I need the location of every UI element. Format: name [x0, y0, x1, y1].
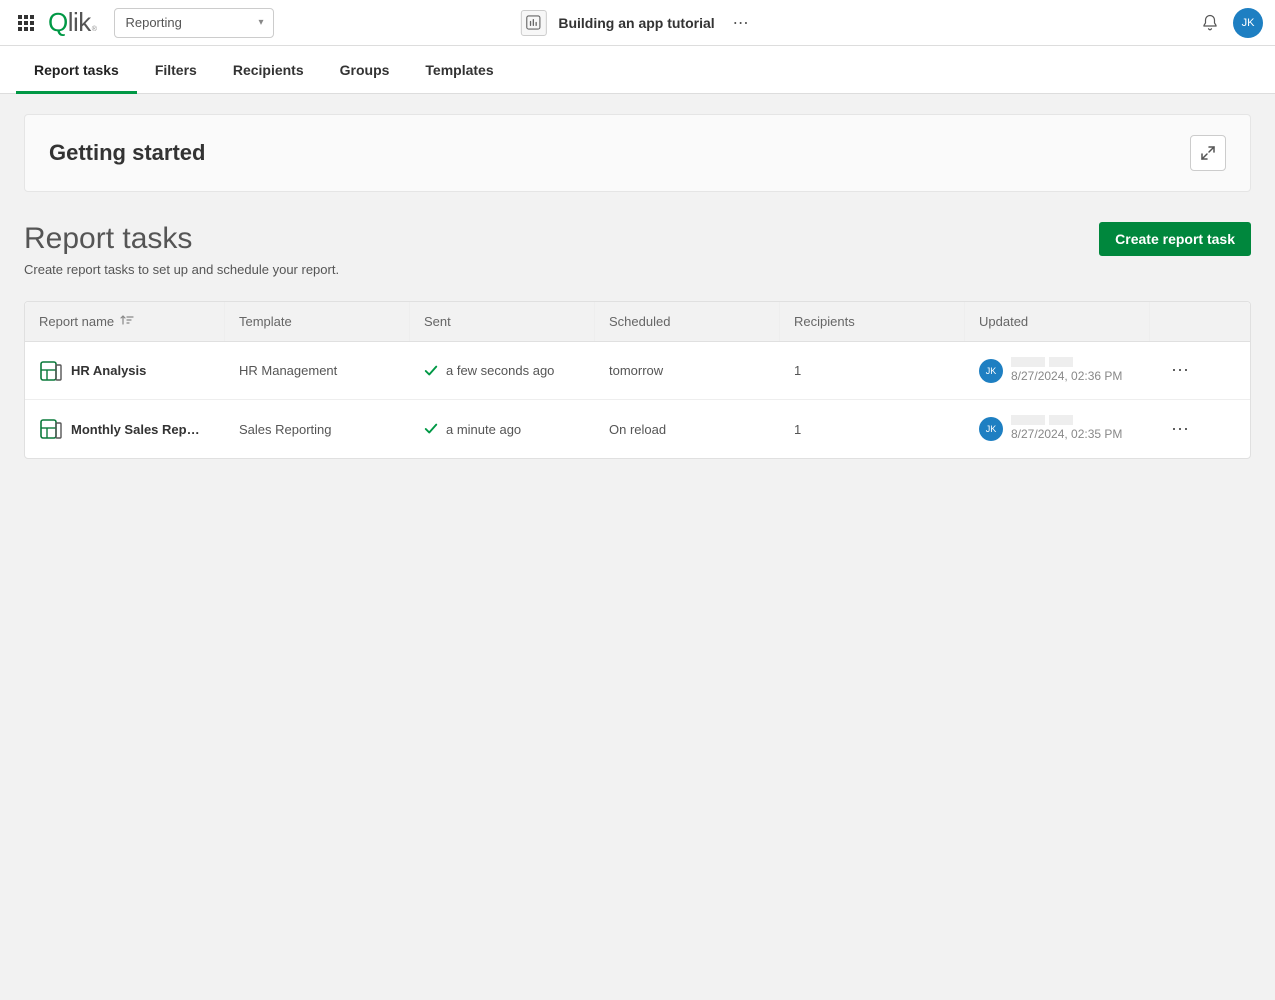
redacted-name: [1011, 415, 1122, 425]
report-tasks-table: Report name Template Sent Scheduled Reci…: [24, 301, 1251, 459]
report-name-text: HR Analysis: [71, 363, 146, 378]
cell-template: HR Management: [225, 353, 410, 388]
tab-recipients[interactable]: Recipients: [215, 46, 322, 93]
cell-sent: a few seconds ago: [410, 353, 595, 388]
tab-report-tasks[interactable]: Report tasks: [16, 46, 137, 93]
grid-icon: [18, 15, 34, 31]
report-icon: [39, 417, 63, 441]
cell-updated: JK 8/27/2024, 02:36 PM: [965, 347, 1150, 395]
top-right: JK: [1201, 8, 1263, 38]
report-name-text: Monthly Sales Rep…: [71, 422, 200, 437]
table-header: Report name Template Sent Scheduled Reci…: [25, 302, 1250, 342]
app-title: Building an app tutorial: [558, 15, 714, 31]
table-row[interactable]: HR Analysis HR Management a few seconds …: [25, 342, 1250, 400]
more-horizontal-icon: ⋯: [1171, 419, 1189, 440]
col-actions: [1150, 302, 1210, 341]
tab-label: Filters: [155, 62, 197, 78]
tab-label: Report tasks: [34, 62, 119, 78]
user-avatar[interactable]: JK: [1233, 8, 1263, 38]
app-context: Building an app tutorial ⋯: [520, 9, 754, 37]
sheet-icon: [526, 15, 541, 30]
cell-report-name: HR Analysis: [25, 349, 225, 393]
cell-updated: JK 8/27/2024, 02:35 PM: [965, 405, 1150, 453]
notifications-button[interactable]: [1201, 14, 1219, 32]
tab-filters[interactable]: Filters: [137, 46, 215, 93]
tab-groups[interactable]: Groups: [322, 46, 408, 93]
expand-icon: [1200, 145, 1216, 161]
sent-text: a few seconds ago: [446, 363, 554, 378]
col-updated[interactable]: Updated: [965, 302, 1150, 341]
qlik-logo[interactable]: Qlik®: [48, 7, 96, 38]
chevron-down-icon: ▾: [258, 17, 263, 28]
row-actions-button[interactable]: ⋯: [1150, 409, 1210, 450]
report-icon: [39, 359, 63, 383]
cell-recipients: 1: [780, 412, 965, 447]
col-label: Report name: [39, 314, 114, 329]
expand-button[interactable]: [1190, 135, 1226, 171]
user-initials: JK: [1242, 17, 1255, 29]
check-icon: [424, 422, 438, 436]
main-content: Getting started Report tasks Create repo…: [0, 94, 1275, 479]
sent-text: a minute ago: [446, 422, 521, 437]
col-label: Sent: [424, 314, 451, 329]
redacted-name: [1011, 357, 1122, 367]
top-header: Qlik® Reporting ▾ Building an app tutori…: [0, 0, 1275, 46]
tab-label: Groups: [340, 62, 390, 78]
cell-sent: a minute ago: [410, 412, 595, 447]
col-label: Recipients: [794, 314, 855, 329]
tab-label: Templates: [425, 62, 493, 78]
cell-template: Sales Reporting: [225, 412, 410, 447]
getting-started-title: Getting started: [49, 140, 205, 166]
tab-bar: Report tasks Filters Recipients Groups T…: [0, 46, 1275, 94]
page-subtitle: Create report tasks to set up and schedu…: [24, 262, 1251, 277]
page-header: Report tasks Create report task: [24, 222, 1251, 256]
cell-scheduled: tomorrow: [595, 353, 780, 388]
col-label: Scheduled: [609, 314, 670, 329]
col-scheduled[interactable]: Scheduled: [595, 302, 780, 341]
section-dropdown-label: Reporting: [125, 15, 181, 30]
tab-label: Recipients: [233, 62, 304, 78]
col-template[interactable]: Template: [225, 302, 410, 341]
section-dropdown[interactable]: Reporting ▾: [114, 8, 274, 38]
app-more-button[interactable]: ⋯: [727, 9, 755, 37]
table-row[interactable]: Monthly Sales Rep… Sales Reporting a min…: [25, 400, 1250, 458]
cell-recipients: 1: [780, 353, 965, 388]
sort-icon: [120, 314, 134, 329]
bell-icon: [1201, 14, 1219, 32]
create-report-task-button[interactable]: Create report task: [1099, 222, 1251, 256]
col-sent[interactable]: Sent: [410, 302, 595, 341]
check-icon: [424, 364, 438, 378]
row-actions-button[interactable]: ⋯: [1150, 350, 1210, 391]
more-horizontal-icon: ⋯: [733, 13, 749, 33]
cell-report-name: Monthly Sales Rep…: [25, 407, 225, 451]
col-report-name[interactable]: Report name: [25, 302, 225, 341]
app-launcher-button[interactable]: [12, 9, 40, 37]
getting-started-panel: Getting started: [24, 114, 1251, 192]
updated-avatar: JK: [979, 359, 1003, 383]
col-label: Updated: [979, 314, 1028, 329]
updated-timestamp: 8/27/2024, 02:35 PM: [1011, 427, 1122, 443]
tab-templates[interactable]: Templates: [407, 46, 511, 93]
more-horizontal-icon: ⋯: [1171, 360, 1189, 381]
app-icon: [520, 10, 546, 36]
cell-scheduled: On reload: [595, 412, 780, 447]
page-title: Report tasks: [24, 222, 192, 256]
col-label: Template: [239, 314, 292, 329]
col-recipients[interactable]: Recipients: [780, 302, 965, 341]
updated-avatar: JK: [979, 417, 1003, 441]
updated-timestamp: 8/27/2024, 02:36 PM: [1011, 369, 1122, 385]
